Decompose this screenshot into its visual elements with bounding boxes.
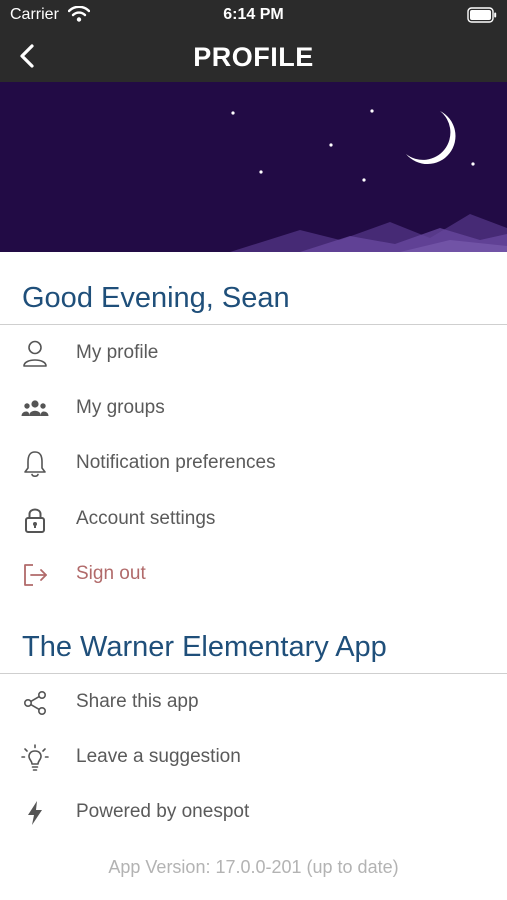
person-icon [23, 340, 47, 367]
lightning-icon [28, 801, 42, 825]
status-time: 6:14 PM [223, 6, 284, 23]
menu-item-powered-by[interactable]: Powered by onespot [0, 787, 507, 837]
group-icon [21, 400, 49, 416]
divider [0, 324, 507, 325]
menu-item-my-profile[interactable]: My profile [0, 328, 507, 378]
app-section-heading: The Warner Elementary App [22, 631, 387, 663]
divider [0, 673, 507, 674]
menu-item-account-settings[interactable]: Account settings [0, 494, 507, 544]
back-chevron-icon[interactable] [14, 42, 42, 70]
menu-item-my-groups[interactable]: My groups [0, 383, 507, 433]
lock-icon [25, 508, 45, 533]
night-sky-illustration [230, 109, 507, 252]
menu-item-leave-suggestion[interactable]: Leave a suggestion [0, 732, 507, 782]
app-version-text: App Version: 17.0.0-201 (up to date) [108, 857, 399, 877]
menu-item-label: My groups [76, 397, 165, 418]
menu-item-notification-preferences[interactable]: Notification preferences [0, 438, 507, 488]
battery-icon [467, 7, 497, 23]
menu-item-label: Share this app [76, 691, 199, 712]
menu-item-label: My profile [76, 342, 159, 363]
menu-item-label: Powered by onespot [76, 801, 250, 822]
greeting-heading: Good Evening, Sean [22, 282, 290, 314]
nav-bar: PROFILE [0, 30, 507, 82]
night-sky-banner [0, 82, 507, 252]
menu-item-share-app[interactable]: Share this app [0, 677, 507, 727]
sign-out-icon [24, 564, 47, 586]
menu-item-label: Account settings [76, 508, 216, 529]
status-bar: Carrier 6:14 PM [0, 0, 507, 30]
menu-item-label: Sign out [76, 563, 146, 584]
menu-item-sign-out[interactable]: Sign out [0, 549, 507, 599]
share-icon [24, 690, 46, 715]
crescent-moon-icon [406, 111, 456, 165]
menu-item-label: Leave a suggestion [76, 746, 241, 767]
menu-item-label: Notification preferences [76, 452, 276, 473]
page-title: PROFILE [193, 42, 314, 72]
lightbulb-icon [21, 744, 49, 771]
bell-icon [24, 451, 46, 478]
